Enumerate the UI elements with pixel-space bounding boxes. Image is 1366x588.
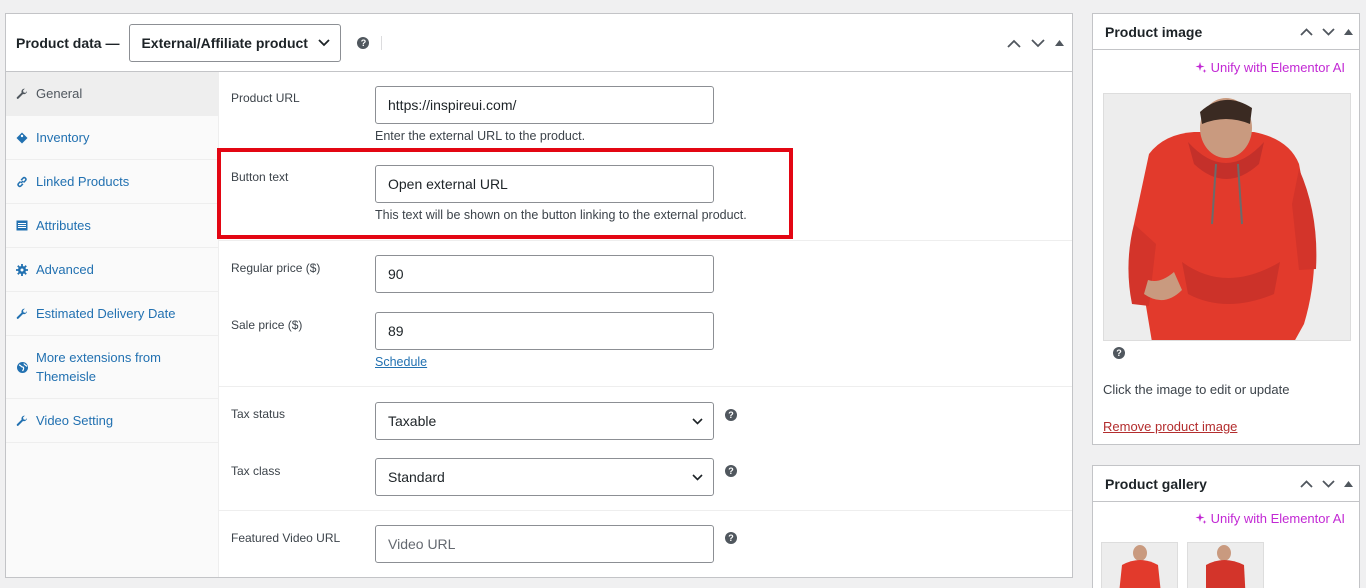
- product-gallery-title: Product gallery: [1105, 475, 1207, 492]
- remove-product-image-link[interactable]: Remove product image: [1103, 419, 1237, 434]
- product-url-description: Enter the external URL to the product.: [375, 129, 586, 143]
- move-up-icon[interactable]: [1300, 480, 1313, 488]
- tab-label: Video Setting: [36, 413, 114, 428]
- schedule-link[interactable]: Schedule: [375, 355, 427, 369]
- gear-icon: [16, 260, 36, 279]
- tab-inventory[interactable]: Inventory: [6, 116, 218, 160]
- tab-label: Linked Products: [36, 174, 130, 189]
- panel-controls: [1007, 14, 1064, 72]
- gallery-thumbnail[interactable]: [1101, 542, 1178, 588]
- product-data-panel: Product data — External/Affiliate produc…: [5, 13, 1073, 578]
- move-down-icon[interactable]: [1322, 28, 1335, 36]
- tab-attributes[interactable]: Attributes: [6, 204, 218, 248]
- link-icon: [16, 172, 36, 191]
- product-gallery-header: Product gallery: [1093, 466, 1359, 502]
- section-divider: [219, 386, 1072, 387]
- gallery-photo-hoodie: [1188, 543, 1263, 588]
- regular-price-label: Regular price ($): [231, 261, 321, 275]
- sale-price-label: Sale price ($): [231, 318, 303, 332]
- chevron-down-icon: [692, 417, 703, 425]
- product-gallery-panel: Product gallery Unify with Elementor AI: [1092, 465, 1360, 588]
- tab-advanced[interactable]: Advanced: [6, 248, 218, 292]
- move-up-icon[interactable]: [1007, 39, 1021, 48]
- tax-status-label: Tax status: [231, 407, 286, 421]
- unify-label: Unify with Elementor AI: [1210, 60, 1345, 75]
- panel-controls: [1300, 466, 1353, 502]
- featured-video-label: Featured Video URL: [231, 531, 341, 545]
- collapse-toggle-icon[interactable]: [1344, 481, 1353, 487]
- section-divider: [219, 240, 1072, 241]
- wrench-icon: [16, 411, 36, 430]
- tab-estimated-delivery-date[interactable]: Estimated Delivery Date: [6, 292, 218, 336]
- globe-icon: [16, 348, 36, 386]
- tag-icon: [16, 128, 36, 147]
- tab-label: Estimated Delivery Date: [36, 306, 176, 321]
- move-down-icon[interactable]: [1322, 480, 1335, 488]
- product-url-input[interactable]: https://inspireui.com/: [375, 86, 714, 124]
- unify-elementor-ai-link[interactable]: Unify with Elementor AI: [1194, 60, 1345, 75]
- unify-label: Unify with Elementor AI: [1210, 511, 1345, 526]
- sale-price-value: 89: [388, 323, 404, 339]
- highlight-annotation-box: [217, 148, 793, 239]
- table-icon: [16, 216, 36, 235]
- tab-label: Inventory: [36, 130, 90, 145]
- help-icon[interactable]: ?: [725, 409, 737, 421]
- product-url-value: https://inspireui.com/: [388, 97, 517, 113]
- header-divider: [381, 35, 383, 50]
- gallery-thumbnail[interactable]: [1187, 542, 1264, 588]
- move-up-icon[interactable]: [1300, 28, 1313, 36]
- help-icon[interactable]: ?: [357, 36, 370, 49]
- gallery-photo-hoodie: [1102, 543, 1177, 588]
- tab-general[interactable]: General: [6, 72, 218, 116]
- tax-class-label: Tax class: [231, 464, 281, 478]
- product-data-header: Product data — External/Affiliate produc…: [6, 14, 1072, 72]
- chevron-down-icon: [318, 38, 331, 46]
- product-photo-hoodie: [1104, 94, 1350, 340]
- section-divider: [219, 510, 1072, 511]
- sparkle-icon: [1195, 62, 1207, 73]
- wrench-icon: [16, 304, 36, 323]
- product-type-select[interactable]: External/Affiliate product: [129, 23, 342, 62]
- sparkle-icon: [1195, 513, 1207, 524]
- product-data-tabs: General Inventory Linked Products Attrib…: [6, 72, 219, 577]
- featured-video-placeholder: Video URL: [388, 536, 456, 552]
- product-image-title: Product image: [1105, 23, 1203, 40]
- tab-label: Advanced: [36, 262, 94, 277]
- help-icon[interactable]: ?: [725, 465, 737, 477]
- chevron-down-icon: [692, 473, 703, 481]
- panel-controls: [1300, 14, 1353, 50]
- help-icon[interactable]: ?: [1113, 347, 1125, 359]
- tab-video-setting[interactable]: Video Setting: [6, 399, 218, 443]
- tax-status-select[interactable]: Taxable: [375, 402, 714, 440]
- tab-label: Attributes: [36, 218, 91, 233]
- product-url-label: Product URL: [231, 91, 300, 105]
- product-image-hint: Click the image to edit or update: [1103, 382, 1290, 397]
- product-image-header: Product image: [1093, 14, 1359, 50]
- sale-price-input[interactable]: 89: [375, 312, 714, 350]
- help-icon[interactable]: ?: [725, 532, 737, 544]
- tax-class-value: Standard: [388, 469, 445, 485]
- featured-video-input[interactable]: Video URL: [375, 525, 714, 563]
- tax-status-value: Taxable: [388, 413, 437, 429]
- product-image-panel: Product image Unify with Elementor AI ? …: [1092, 13, 1360, 445]
- tab-label: More extensions from Themeisle: [36, 350, 161, 384]
- wrench-icon: [16, 84, 36, 103]
- regular-price-input[interactable]: 90: [375, 255, 714, 293]
- product-data-title: Product data —: [16, 34, 120, 51]
- tab-linked-products[interactable]: Linked Products: [6, 160, 218, 204]
- tax-class-select[interactable]: Standard: [375, 458, 714, 496]
- move-down-icon[interactable]: [1031, 38, 1045, 48]
- collapse-toggle-icon[interactable]: [1344, 29, 1353, 35]
- product-type-value: External/Affiliate product: [141, 34, 308, 51]
- tab-more-extensions[interactable]: More extensions from Themeisle: [6, 336, 218, 399]
- product-image[interactable]: [1103, 93, 1351, 341]
- tab-label: General: [36, 86, 83, 101]
- regular-price-value: 90: [388, 266, 404, 282]
- collapse-toggle-icon[interactable]: [1055, 40, 1064, 46]
- unify-elementor-ai-link[interactable]: Unify with Elementor AI: [1194, 511, 1345, 526]
